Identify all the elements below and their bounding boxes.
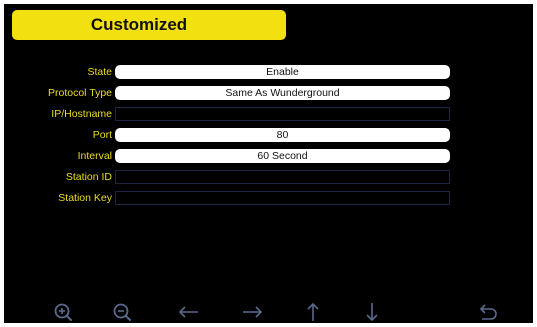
arrow-up-icon[interactable]	[301, 301, 325, 323]
form-row-station-id: Station ID	[4, 170, 533, 184]
station-key-label: Station Key	[58, 192, 112, 204]
port-field[interactable]: 80	[115, 128, 450, 142]
navigation-toolbar	[4, 301, 533, 323]
port-label: Port	[92, 129, 112, 141]
station-id-label: Station ID	[65, 171, 112, 183]
state-select[interactable]: Enable	[115, 65, 450, 79]
page-title: Customized	[12, 10, 286, 40]
arrow-right-icon[interactable]	[240, 301, 264, 323]
settings-screen: Customized State Enable Protocol Type Sa…	[4, 4, 533, 323]
zoom-in-icon[interactable]	[52, 301, 76, 323]
form-row-interval: Interval 60 Second	[4, 149, 533, 163]
protocol-type-select[interactable]: Same As Wunderground	[115, 86, 450, 100]
form-row-port: Port 80	[4, 128, 533, 142]
state-label: State	[87, 66, 112, 78]
back-icon[interactable]	[476, 301, 500, 323]
interval-label: Interval	[77, 150, 112, 162]
arrow-left-icon[interactable]	[177, 301, 201, 323]
ip-hostname-label: IP/Hostname	[51, 108, 112, 120]
protocol-type-label: Protocol Type	[47, 87, 112, 99]
form-row-station-key: Station Key	[4, 191, 533, 205]
form-row-ip-hostname: IP/Hostname	[4, 107, 533, 121]
station-key-field[interactable]	[115, 191, 450, 205]
form-row-state: State Enable	[4, 65, 533, 79]
ip-hostname-field[interactable]	[115, 107, 450, 121]
form-row-protocol-type: Protocol Type Same As Wunderground	[4, 86, 533, 100]
interval-select[interactable]: 60 Second	[115, 149, 450, 163]
station-id-field[interactable]	[115, 170, 450, 184]
zoom-out-icon[interactable]	[111, 301, 135, 323]
arrow-down-icon[interactable]	[360, 301, 384, 323]
